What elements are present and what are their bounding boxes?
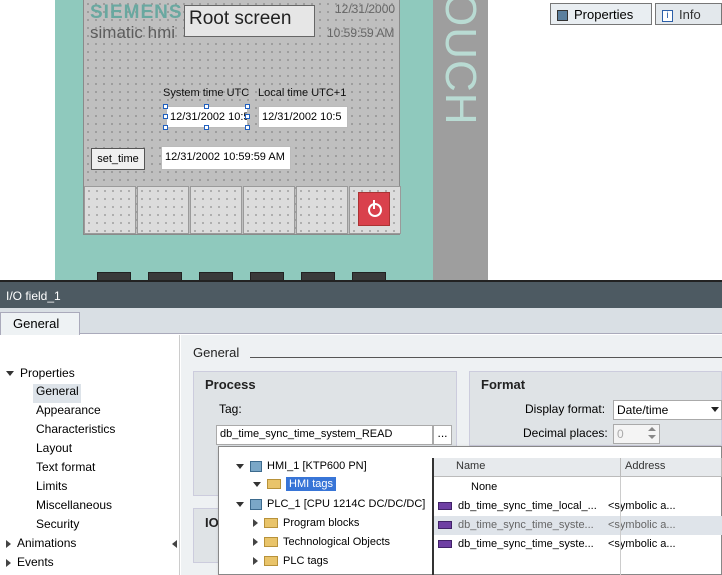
tag-input[interactable]: db_time_sync_time_system_READ — [216, 425, 433, 445]
table-row[interactable]: db_time_sync_time_syste... <symbolic a... — [434, 516, 722, 535]
selection-handle[interactable] — [163, 114, 168, 119]
touch-logo-text: OUCH — [436, 0, 485, 126]
tab-info-label: Info — [679, 7, 701, 22]
stepper-down-icon[interactable] — [648, 435, 656, 439]
tree-node-plc[interactable]: PLC_1 [CPU 1214C DC/DC/DC] — [236, 498, 425, 517]
nav-item-layout[interactable]: Layout — [36, 441, 72, 460]
tag-icon — [438, 540, 452, 549]
property-nav: Properties General Appearance Characteri… — [0, 335, 180, 575]
selection-handle[interactable] — [245, 104, 250, 109]
label-system-time-utc: System time UTC — [163, 87, 250, 99]
function-key[interactable] — [190, 186, 242, 234]
format-title: Format — [481, 377, 526, 392]
table-row[interactable]: None — [434, 478, 722, 497]
selection-handle[interactable] — [163, 125, 168, 130]
tab-info[interactable]: i Info — [655, 3, 722, 25]
pane-collapse-icon[interactable] — [172, 540, 177, 548]
display-format-select[interactable]: Date/time — [613, 400, 722, 420]
decimal-places-label: Decimal places: — [523, 426, 608, 440]
hmi-device-icon — [250, 460, 262, 472]
process-title: Process — [205, 377, 256, 392]
tab-strip — [0, 308, 722, 334]
collapse-arrow-icon — [6, 558, 11, 567]
tree-node-technological-objects[interactable]: Technological Objects — [253, 536, 390, 555]
display-format-label: Display format: — [525, 402, 606, 416]
column-divider — [620, 477, 621, 575]
nav-item-events[interactable]: Events — [6, 555, 54, 574]
function-key[interactable] — [137, 186, 189, 234]
nav-item-limits[interactable]: Limits — [36, 479, 67, 498]
simatic-hmi-label: simatic hmi — [90, 23, 176, 42]
nav-item-text-format[interactable]: Text format — [36, 460, 95, 479]
nav-item-security[interactable]: Security — [36, 517, 79, 536]
selected-object-title: I/O field_1 — [6, 289, 61, 303]
power-icon-bar — [373, 200, 375, 209]
collapse-arrow-icon — [253, 519, 258, 528]
tag-browse-button[interactable]: ... — [433, 425, 452, 445]
selection-handle[interactable] — [204, 104, 209, 109]
chevron-down-icon[interactable] — [711, 407, 719, 412]
section-title-general: General — [193, 345, 240, 360]
column-header-address[interactable]: Address — [621, 458, 722, 477]
tree-node-hmi-tags[interactable]: HMI tags — [253, 477, 337, 497]
label-local-time: Local time UTC+1 — [258, 87, 347, 99]
folder-icon — [267, 479, 281, 490]
tag-label: Tag: — [219, 402, 242, 416]
expand-arrow-icon — [6, 371, 14, 377]
properties-icon — [557, 10, 568, 22]
nav-item-properties[interactable]: Properties — [6, 366, 75, 385]
expand-arrow-icon — [236, 463, 244, 469]
io-panel-title: IO — [205, 515, 219, 530]
tab-properties-label: Properties — [574, 7, 634, 22]
selection-handle[interactable] — [163, 104, 168, 109]
tag-icon — [438, 502, 452, 511]
screen-title-field[interactable]: Root screen — [184, 5, 315, 37]
column-header-name[interactable]: Name — [434, 458, 621, 477]
function-key[interactable] — [296, 186, 348, 234]
power-icon — [368, 203, 382, 217]
io-field-set-time[interactable]: 12/31/2002 10:59:59 AM — [161, 146, 291, 170]
siemens-logo: SIEMENS — [90, 2, 183, 23]
stepper-up-icon[interactable] — [648, 427, 656, 431]
nav-item-characteristics[interactable]: Characteristics — [36, 422, 115, 441]
selection-handle[interactable] — [245, 114, 250, 119]
folder-icon — [264, 518, 278, 529]
header-time: 10:59:59 AM — [327, 26, 395, 40]
selection-handle[interactable] — [204, 125, 209, 130]
folder-icon — [264, 556, 278, 567]
function-key[interactable] — [243, 186, 295, 234]
tag-icon — [438, 521, 452, 530]
nav-item-general[interactable]: General — [33, 384, 81, 403]
selection-handle[interactable] — [245, 125, 250, 130]
inspector-titlebar: I/O field_1 — [0, 280, 722, 308]
collapse-arrow-icon — [253, 557, 258, 566]
nav-item-miscellaneous[interactable]: Miscellaneous — [36, 498, 112, 517]
function-key[interactable] — [84, 186, 136, 234]
set-time-button[interactable]: set_time — [91, 148, 145, 170]
section-divider — [250, 357, 722, 358]
tab-properties[interactable]: Properties — [550, 3, 652, 25]
tab-general[interactable]: General — [0, 312, 80, 335]
expand-arrow-icon — [236, 501, 244, 507]
tree-node-plc-tags[interactable]: PLC tags — [253, 555, 328, 574]
collapse-arrow-icon — [6, 539, 11, 548]
expand-arrow-icon — [253, 481, 261, 487]
header-date: 12/31/2000 — [335, 2, 396, 16]
nav-item-animations[interactable]: Animations — [6, 536, 76, 555]
table-row[interactable]: db_time_sync_time_local_... <symbolic a..… — [434, 497, 722, 516]
nav-item-appearance[interactable]: Appearance — [36, 403, 101, 422]
plc-device-icon — [250, 498, 262, 510]
folder-icon — [264, 537, 278, 548]
tree-node-program-blocks[interactable]: Program blocks — [253, 517, 359, 536]
collapse-arrow-icon — [253, 538, 258, 547]
power-button[interactable] — [358, 192, 390, 226]
table-row[interactable]: db_time_sync_time_syste... <symbolic a... — [434, 535, 722, 554]
info-icon: i — [662, 9, 673, 22]
io-field-local[interactable]: 12/31/2002 10:5 — [258, 106, 348, 128]
